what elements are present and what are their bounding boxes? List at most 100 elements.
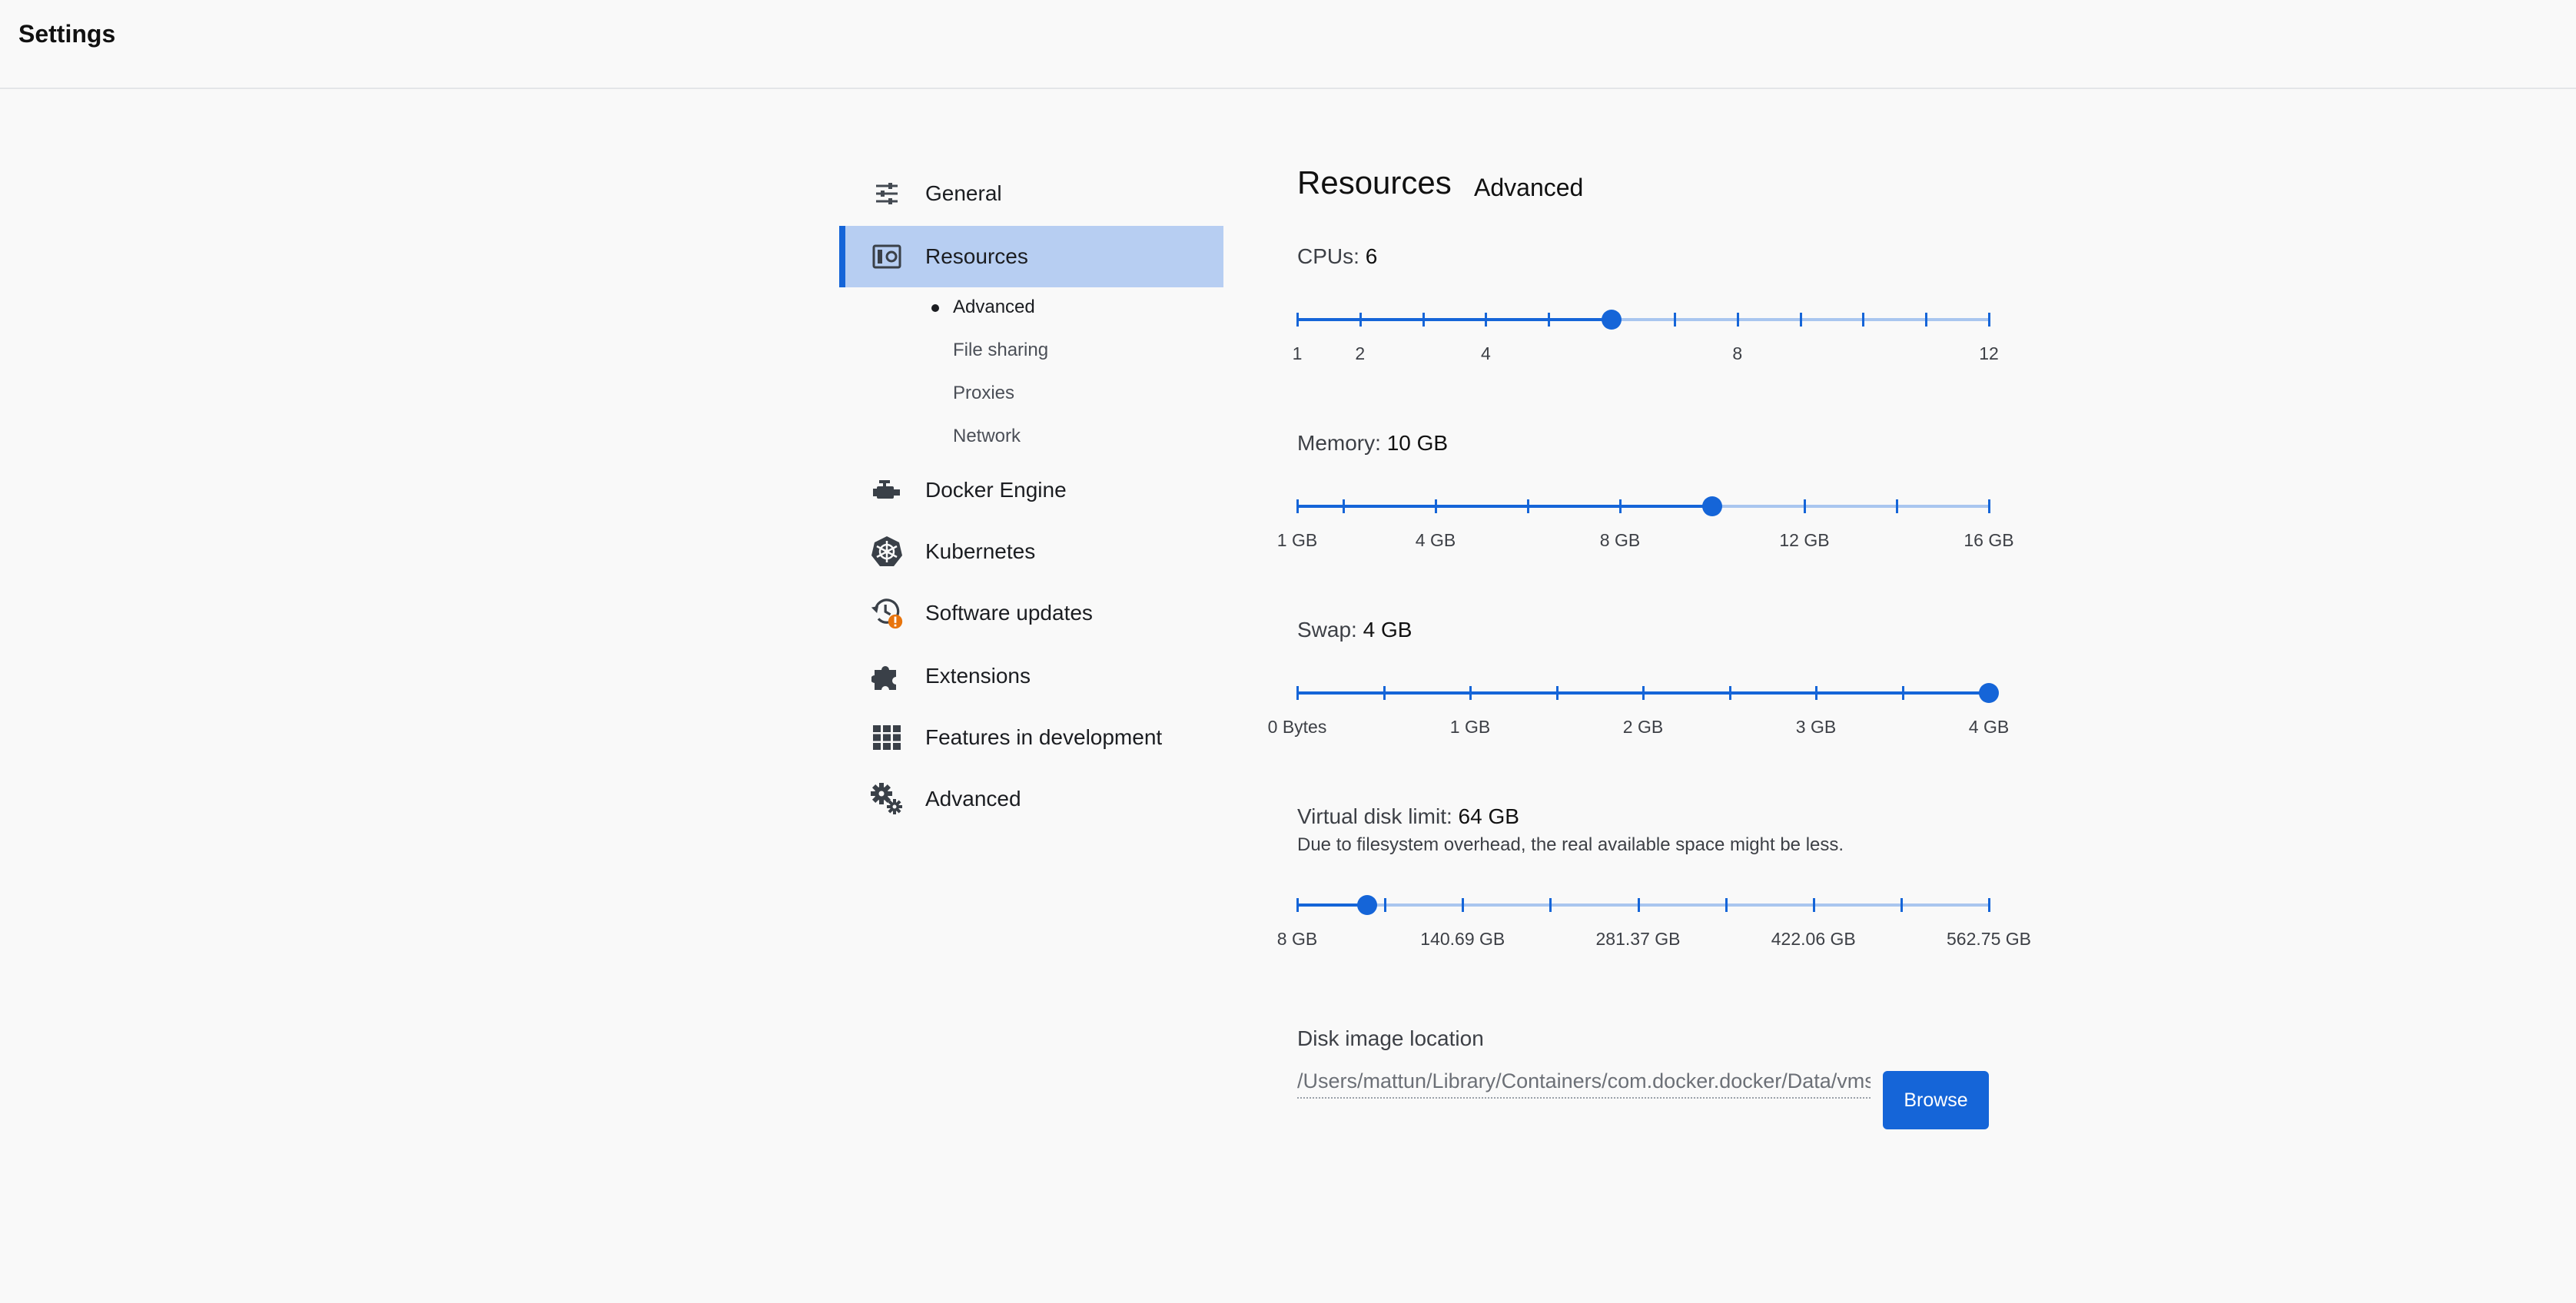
slider-tick-label: 1 GB [1276,530,1318,550]
slider-thumb[interactable] [1602,310,1622,330]
slider-track-fill [1297,318,1612,321]
slider-tick-label: 12 GB [1779,530,1830,550]
slider-tick [1736,313,1739,327]
disk-location-input[interactable] [1297,1065,1871,1099]
header-bar: Settings [0,0,2576,89]
page-title: Resources [1297,164,1452,201]
sidebar-item-label: General [925,181,1002,205]
slider-tick-label: 16 GB [1964,530,2014,550]
sidebar-item-general[interactable]: General [839,163,1223,224]
swap-value: 4 GB [1363,618,1412,642]
slider-tick [1862,313,1865,327]
cpus-value: 6 [1365,244,1378,268]
sidebar-item-software-updates[interactable]: Software updates [839,582,1223,644]
slider-tick [1637,898,1640,912]
slider-tick [1619,499,1622,513]
cpus-label-text: CPUs: [1297,244,1359,268]
sub-item-file-sharing[interactable]: File sharing [953,340,1048,361]
sidebar-item-label: Advanced [925,787,1021,811]
sidebar-item-label: Software updates [925,601,1093,625]
sidebar-item-resources[interactable]: Resources [839,226,1223,287]
swap-slider[interactable]: 0 Bytes 1 GB 2 GB 3 GB 4 GB [1268,681,2009,737]
slider-thumb[interactable] [1979,683,1999,703]
sliders-icon [870,177,904,211]
memory-value: 10 GB [1386,431,1449,455]
slider-tick [1296,499,1299,513]
slider-tick [1296,686,1299,700]
browse-button[interactable]: Browse [1883,1071,1989,1129]
slider-tick [1642,686,1645,700]
cpus-label: CPUs: 6 [1297,244,1377,269]
slider-tick [1988,313,1990,327]
slider-tick [1485,313,1488,327]
grid-icon [870,721,904,754]
engine-icon [870,473,904,507]
slider-tick-label: 0 Bytes [1267,717,1327,737]
memory-label: Memory: 10 GB [1297,431,1448,456]
slider-tick [1548,313,1551,327]
update-history-icon [870,596,904,630]
slider-tick-label: 281.37 GB [1595,929,1681,949]
slider-tick [1901,686,1904,700]
slider-tick [1549,898,1552,912]
memory-label-text: Memory: [1297,431,1381,455]
sub-item-proxies[interactable]: Proxies [953,383,1014,404]
slider-tick [1815,686,1817,700]
gears-icon [870,782,904,816]
slider-tick-label: 2 GB [1622,717,1664,737]
slider-tick [1804,499,1806,513]
disk-limit-slider[interactable]: 8 GB 140.69 GB 281.37 GB 422.06 GB 562.75 GB [1277,894,2031,949]
slider-tick-label: 422.06 GB [1771,929,1856,949]
slider-tick [1988,898,1990,912]
slider-tick [1359,313,1362,327]
slider-tick-label: 1 GB [1449,717,1491,737]
slider-tick [1527,499,1529,513]
resources-icon [870,240,904,274]
slider-tick [1896,499,1898,513]
slider-tick [1469,686,1472,700]
swap-label: Swap: 4 GB [1297,618,1412,642]
sidebar-item-advanced[interactable]: Advanced [839,768,1223,830]
disk-location-label: Disk image location [1297,1026,1484,1050]
slider-tick [1673,313,1676,327]
disk-limit-note: Due to filesystem overhead, the real ava… [1297,834,1844,855]
slider-tick-label: 3 GB [1795,717,1837,737]
slider-tick [1728,686,1731,700]
slider-tick [1725,898,1728,912]
memory-slider[interactable]: 1 GB 4 GB 8 GB 12 GB 16 GB [1277,495,2014,550]
slider-tick-label: 140.69 GB [1420,929,1505,949]
slider-tick [1296,898,1299,912]
slider-tick-label: 562.75 GB [1947,929,2031,949]
slider-tick [1296,313,1299,327]
disk-limit-value: 64 GB [1458,804,1519,828]
slider-tick [1384,898,1387,912]
sub-item-advanced[interactable]: Advanced [953,297,1035,318]
slider-track[interactable] [1297,903,1989,907]
disk-limit-label: Virtual disk limit: 64 GB [1297,804,1519,829]
sidebar-item-docker-engine[interactable]: Docker Engine [839,459,1223,521]
swap-label-text: Swap: [1297,618,1357,642]
slider-thumb[interactable] [1702,496,1722,516]
sidebar-item-kubernetes[interactable]: Kubernetes [839,521,1223,582]
slider-tick [1900,898,1903,912]
sidebar-item-extensions[interactable]: Extensions [839,645,1223,707]
slider-tick-label: 8 [1732,343,1743,363]
slider-track-fill [1297,505,1712,508]
sidebar-item-label: Kubernetes [925,539,1036,563]
window-title: Settings [18,20,116,48]
cpus-slider[interactable]: 1 2 4 8 12 [1293,308,1999,363]
slider-tick-label: 12 [1979,343,1999,363]
slider-tick [1988,499,1990,513]
disk-limit-label-text: Virtual disk limit: [1297,804,1452,828]
slider-thumb[interactable] [1356,895,1377,915]
sidebar-item-label: Resources [925,244,1028,268]
slider-tick [1925,313,1928,327]
slider-tick [1343,499,1345,513]
slider-tick-label: 4 GB [1415,530,1456,550]
puzzle-icon [870,659,904,693]
sidebar-item-label: Features in development [925,725,1163,749]
sub-item-network[interactable]: Network [953,426,1021,447]
slider-tick-label: 2 [1355,343,1366,363]
sidebar-item-features-in-development[interactable]: Features in development [839,707,1223,768]
slider-tick [1422,313,1425,327]
